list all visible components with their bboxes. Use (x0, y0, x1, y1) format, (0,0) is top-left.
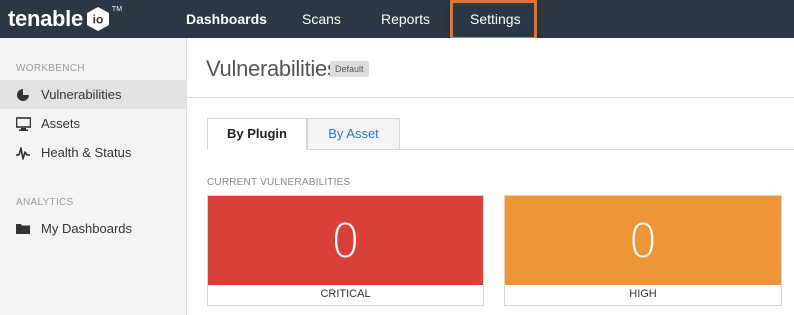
nav-settings[interactable]: Settings (470, 0, 521, 38)
critical-count: 0 (208, 196, 483, 285)
divider (187, 97, 794, 98)
section-analytics: ANALYTICS (16, 197, 74, 208)
sidebar: WORKBENCH Vulnerabilities Assets Health … (0, 38, 187, 315)
sidebar-item-vulnerabilities[interactable]: Vulnerabilities (0, 80, 186, 109)
nav-reports[interactable]: Reports (381, 0, 430, 38)
sidebar-item-label: Vulnerabilities (41, 87, 122, 102)
page-title: Vulnerabilities (206, 56, 338, 81)
current-vulnerabilities-label: CURRENT VULNERABILITIES (207, 177, 351, 188)
high-card[interactable]: 0 HIGH (504, 195, 782, 306)
tab-by-asset[interactable]: By Asset (307, 118, 400, 150)
svg-text:io: io (93, 13, 104, 27)
monitor-icon (15, 116, 31, 132)
tab-by-plugin[interactable]: By Plugin (207, 118, 307, 150)
sidebar-item-health-status[interactable]: Health & Status (0, 138, 186, 167)
high-label: HIGH (629, 288, 657, 300)
sidebar-item-label: Health & Status (41, 145, 132, 160)
critical-card[interactable]: 0 CRITICAL (207, 195, 484, 306)
trademark: TM (111, 5, 123, 13)
sidebar-item-my-dashboards[interactable]: My Dashboards (0, 214, 186, 243)
top-nav-bar: tenable io TM Dashboards Scans Reports S… (0, 0, 794, 40)
sidebar-item-label: My Dashboards (41, 221, 133, 236)
main-content: Vulnerabilities Default By Plugin By Ass… (187, 38, 794, 315)
section-workbench: WORKBENCH (16, 63, 85, 74)
nav-scans[interactable]: Scans (302, 0, 341, 38)
sidebar-item-label: Assets (41, 116, 81, 131)
high-count: 0 (505, 196, 781, 285)
logo-text: tenable (8, 6, 83, 31)
sidebar-item-assets[interactable]: Assets (0, 109, 186, 138)
nav-dashboards[interactable]: Dashboards (186, 0, 267, 38)
pie-chart-icon (15, 87, 31, 103)
critical-label: CRITICAL (320, 288, 371, 300)
pulse-icon (15, 145, 31, 161)
default-badge: Default (330, 61, 369, 77)
tenable-logo[interactable]: tenable io TM (8, 4, 122, 34)
folder-icon (15, 221, 31, 237)
hexagon-logo-icon: io (86, 7, 109, 31)
